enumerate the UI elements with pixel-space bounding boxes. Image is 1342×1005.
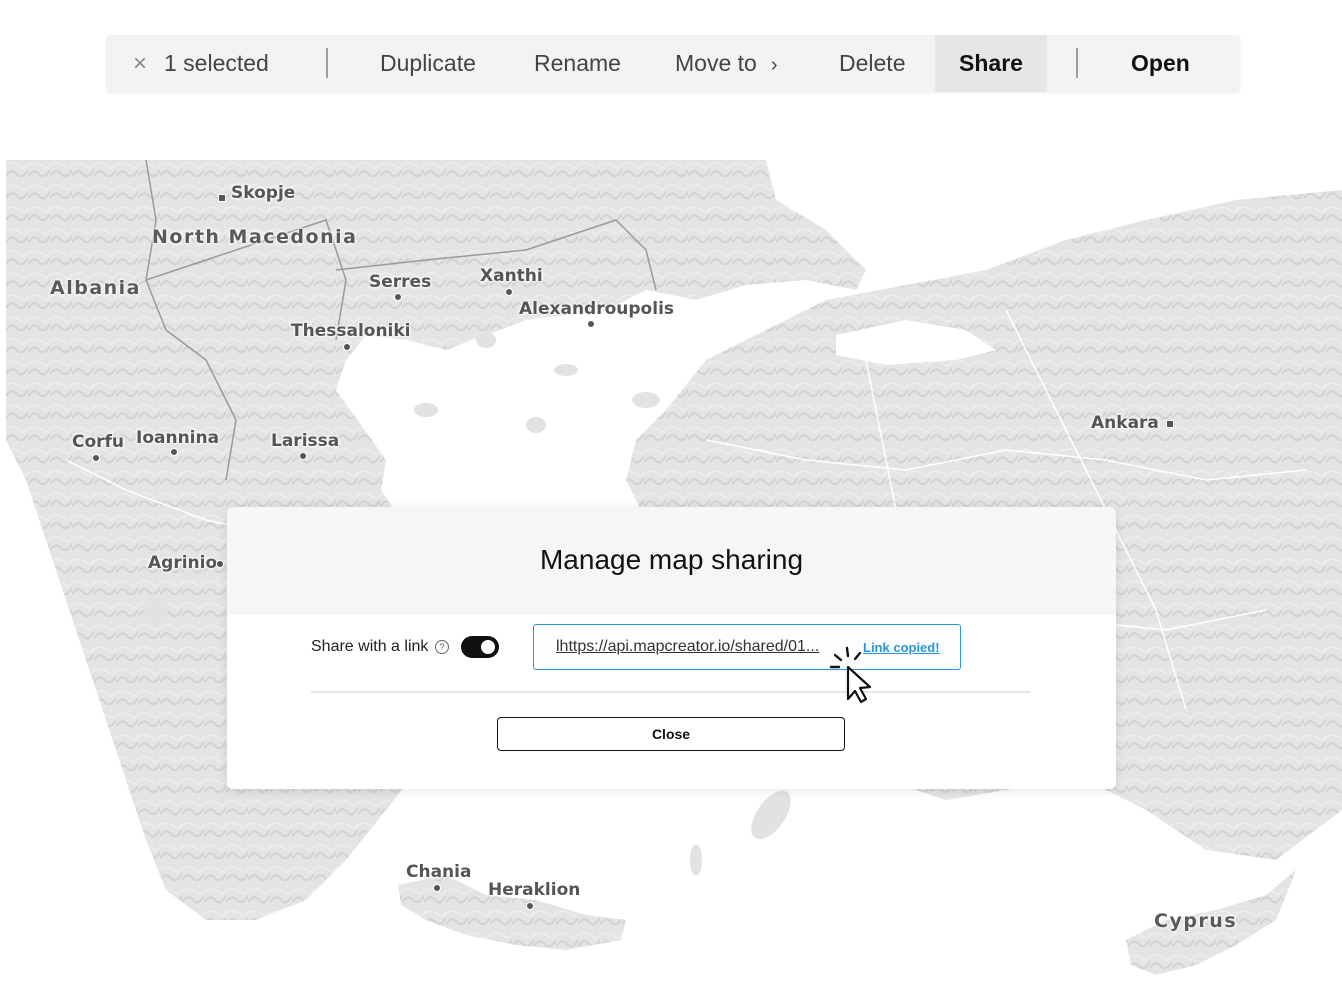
share-link-toggle[interactable] — [461, 636, 499, 658]
selection-toolbar: × 1 selected Duplicate Rename Move to › D… — [106, 35, 1240, 92]
city-marker — [216, 560, 224, 568]
city-marker — [343, 343, 351, 351]
city-marker — [587, 320, 595, 328]
city-marker — [433, 884, 441, 892]
map-city-label: Serres — [369, 272, 432, 292]
toolbar-divider — [1076, 48, 1078, 78]
chevron-right-icon: › — [770, 54, 778, 76]
dialog-title: Manage map sharing — [539, 544, 804, 575]
selection-count: 1 selected — [164, 50, 269, 76]
open-button[interactable]: Open — [1131, 35, 1190, 92]
map-city-label: Thessaloniki — [291, 321, 411, 341]
map-city-label: Alexandroupolis — [519, 299, 675, 319]
map-country-label: North Macedonia — [152, 226, 358, 248]
map-city-label: Chania — [406, 862, 472, 882]
skopje-marker — [218, 194, 226, 202]
move-to-button[interactable]: Move to › — [675, 35, 778, 92]
map-city-label: Agrinio — [148, 553, 218, 573]
dialog-header: Manage map sharing — [227, 507, 1116, 615]
toolbar-divider — [326, 48, 328, 78]
map-city-label: Ankara — [1091, 413, 1159, 433]
map-city-label: Corfu — [72, 432, 125, 452]
rename-button[interactable]: Rename — [534, 35, 621, 92]
map-city-label: Xanthi — [480, 266, 543, 286]
city-marker — [92, 454, 100, 462]
pointer-cursor-icon — [829, 646, 872, 704]
share-link-field[interactable]: lhttps://api.mapcreator.io/shared/01... … — [533, 624, 961, 670]
city-marker — [394, 293, 402, 301]
duplicate-button[interactable]: Duplicate — [380, 35, 476, 92]
map-city-label: Ioannina — [136, 428, 220, 448]
manage-sharing-dialog: Manage map sharing Share with a link ? l… — [227, 507, 1116, 789]
close-button[interactable]: Close — [497, 717, 845, 751]
share-button[interactable]: Share — [935, 35, 1047, 92]
dialog-divider — [311, 691, 1031, 693]
map-country-label: Albania — [50, 277, 141, 299]
map-country-label: Cyprus — [1154, 910, 1238, 932]
help-icon[interactable]: ? — [435, 640, 449, 654]
city-marker — [526, 902, 534, 910]
city-marker — [299, 452, 307, 460]
move-to-label: Move to — [675, 50, 757, 76]
map-city-label: Heraklion — [488, 880, 581, 900]
delete-button[interactable]: Delete — [839, 35, 905, 92]
close-selection-icon[interactable]: × — [128, 35, 152, 92]
city-marker — [505, 288, 513, 296]
map-city-label: Larissa — [271, 431, 340, 451]
city-marker — [170, 448, 178, 456]
toggle-knob — [481, 640, 495, 654]
share-with-link-label: Share with a link — [311, 638, 429, 655]
map-city-label: Skopje — [231, 183, 296, 203]
share-link-url[interactable]: lhttps://api.mapcreator.io/shared/01... — [556, 638, 819, 656]
ankara-marker — [1166, 420, 1174, 428]
